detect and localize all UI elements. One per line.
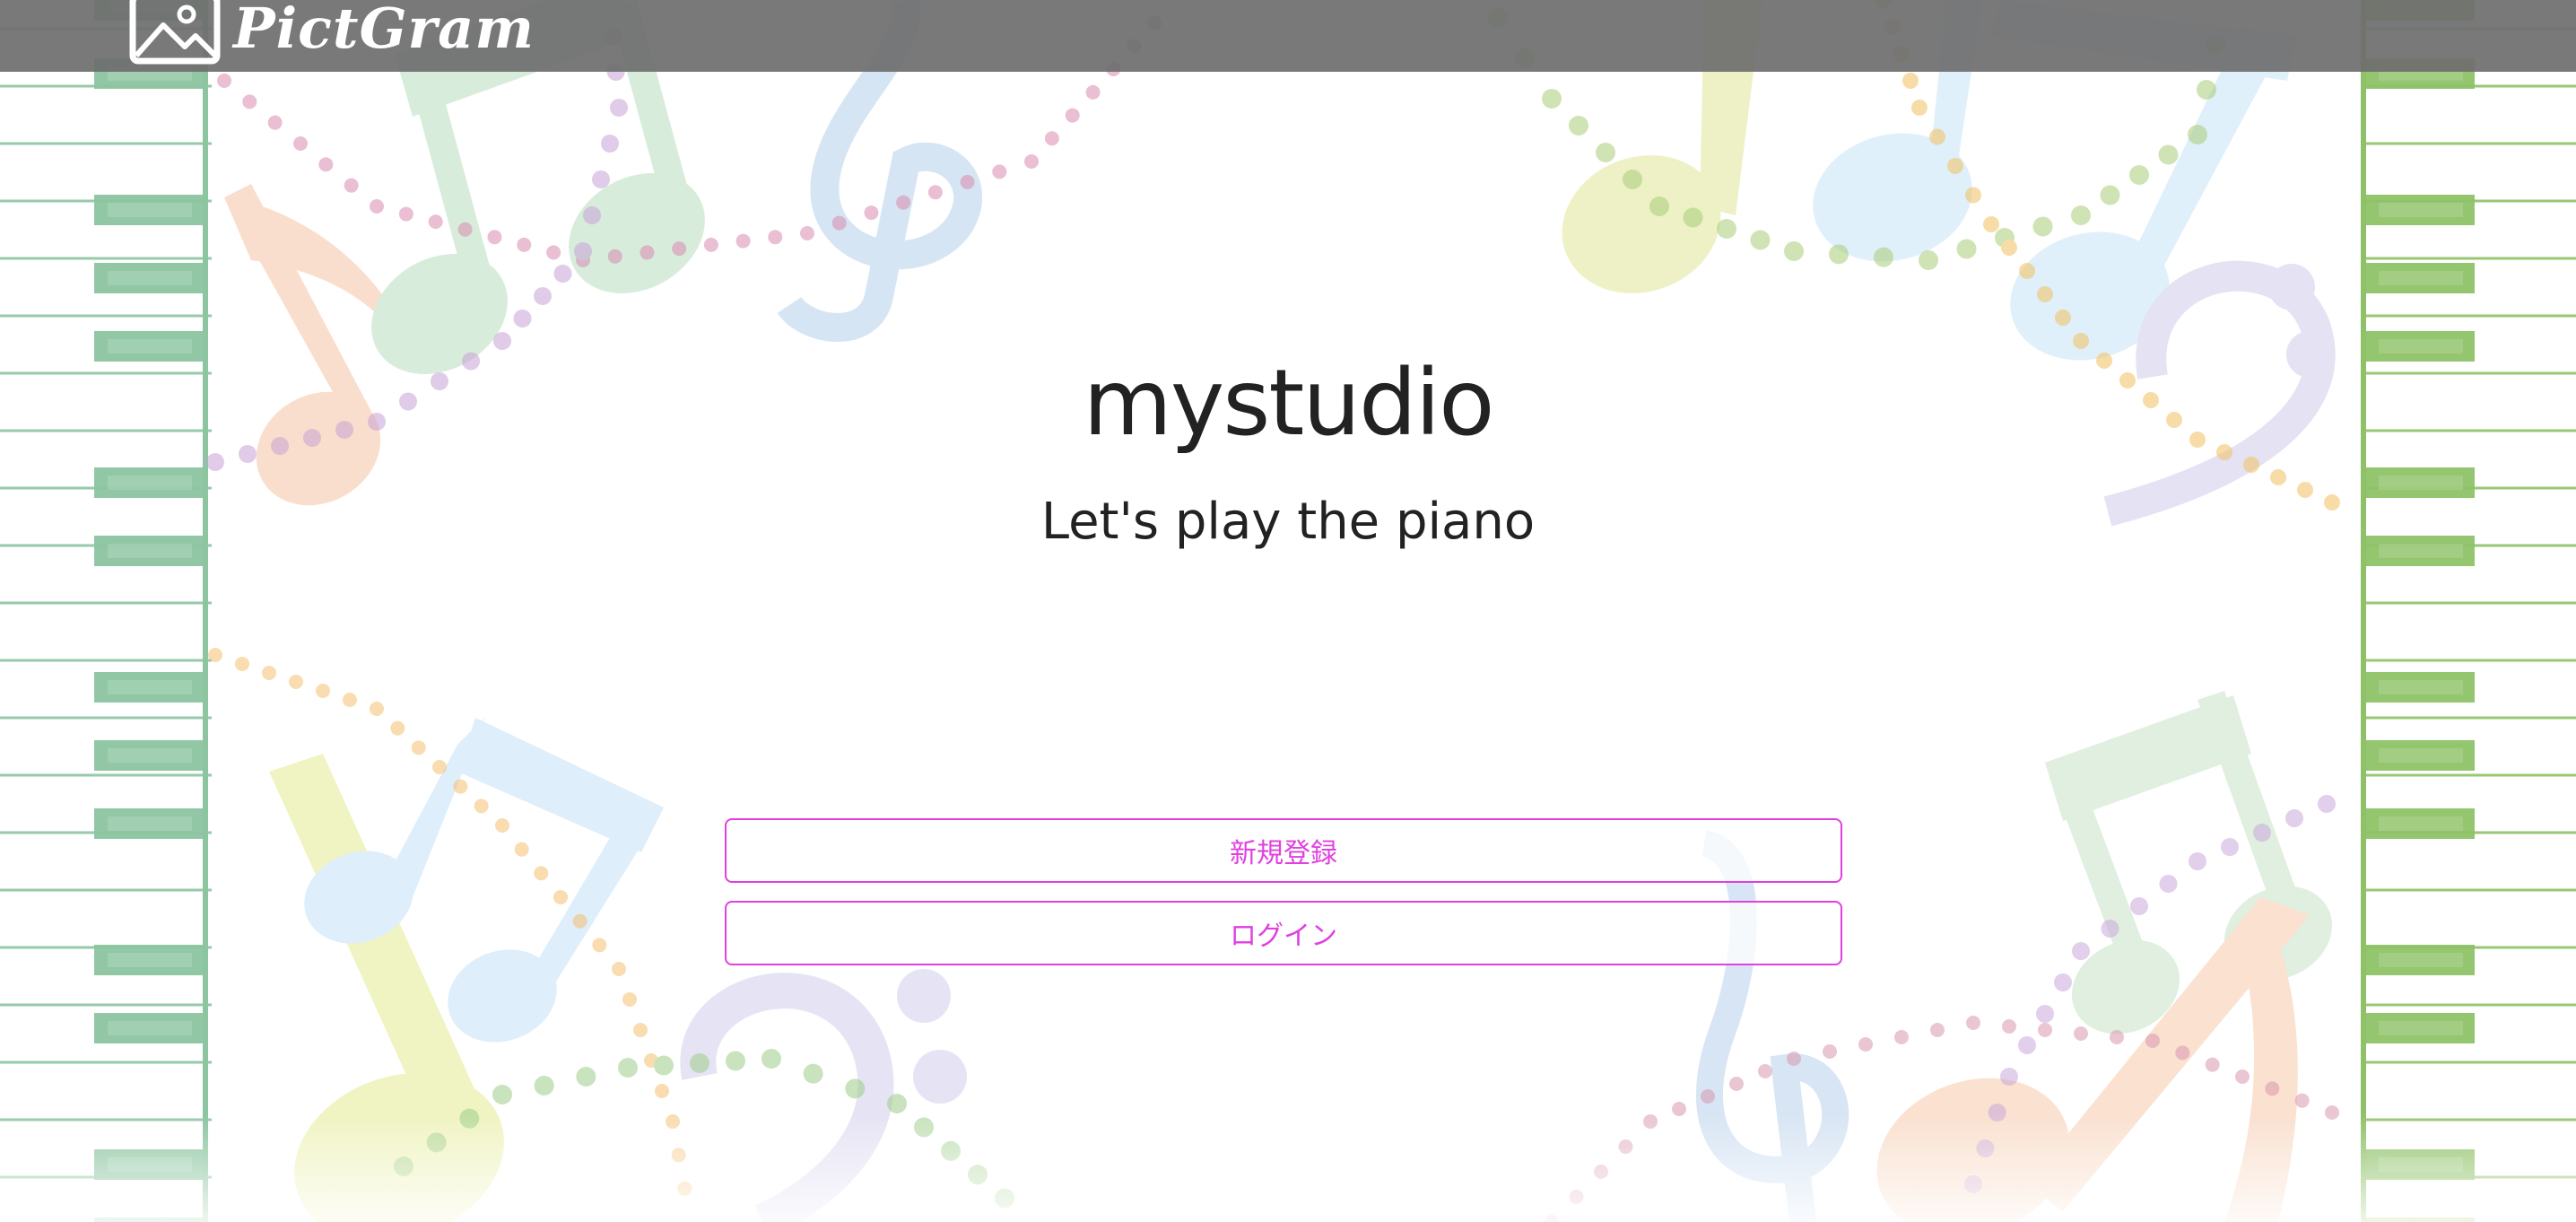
dotted-trails	[206, 0, 2340, 1222]
login-button[interactable]: ログイン	[725, 901, 1842, 965]
brand-link[interactable]: PictGram	[129, 0, 535, 65]
hero: mystudio Let's play the piano	[0, 341, 2576, 556]
navbar: PictGram	[0, 0, 2576, 72]
piano-keys-right	[2361, 0, 2576, 1222]
brand-name: PictGram	[233, 0, 535, 61]
piano-keys-left	[0, 0, 212, 1222]
image-icon	[129, 0, 221, 65]
music-background	[0, 0, 2576, 1222]
beamed-notes-icon	[304, 718, 664, 1043]
page-title: mystudio	[1083, 350, 1495, 457]
page-subtitle: Let's play the piano	[1040, 493, 1536, 551]
signup-button[interactable]: 新規登録	[725, 818, 1842, 883]
